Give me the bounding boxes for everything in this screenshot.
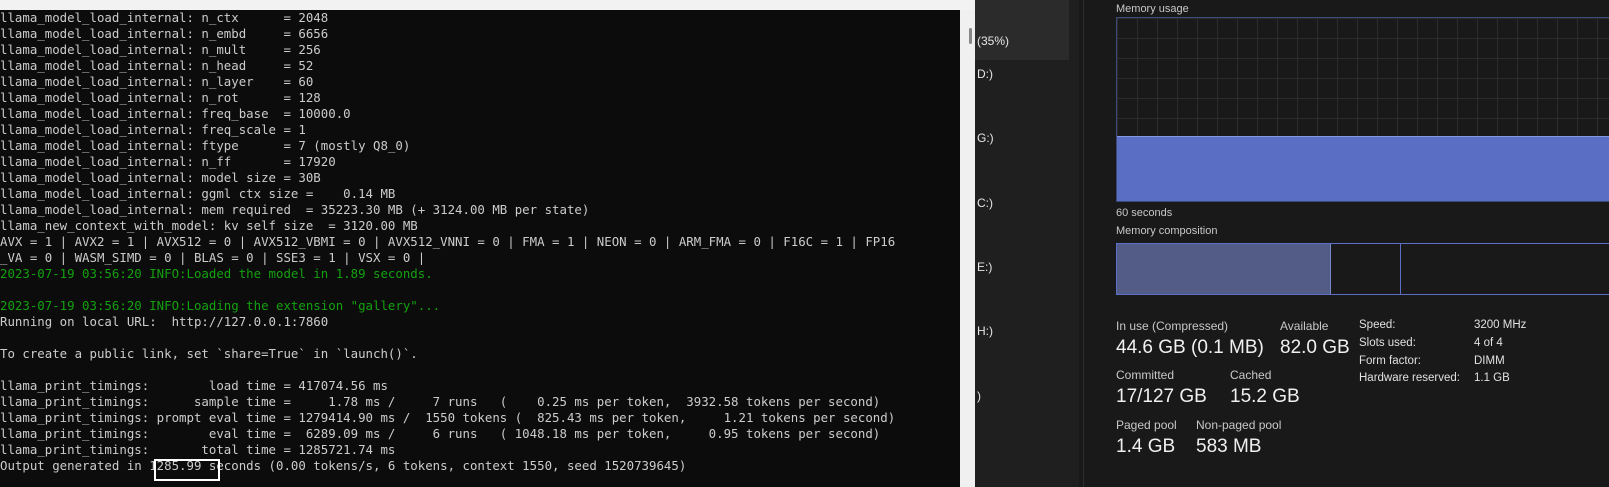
terminal-line: llama_model_load_internal: ggml ctx size… (0, 186, 396, 201)
terminal-line: llama_model_load_internal: n_layer = 60 (0, 74, 314, 89)
terminal-line: llama_model_load_internal: freq_scale = … (0, 122, 306, 137)
terminal-line-info: 2023-07-19 03:56:20 INFO:Loaded the mode… (0, 266, 433, 281)
pane-divider (1083, 0, 1084, 487)
terminal-window[interactable]: llama_model_load_internal: n_ctx = 2048 … (0, 10, 960, 487)
sidebar-item-memory-selected[interactable] (975, 0, 1069, 60)
in-use-value: 44.6 GB (0.1 MB) (1116, 337, 1264, 358)
memory-usage-label: Memory usage (1116, 3, 1189, 15)
hardware-reserved-label: Hardware reserved: (1359, 372, 1460, 384)
terminal-line: llama_model_load_internal: freq_base = 1… (0, 106, 351, 121)
time-axis-label: 60 seconds (1116, 207, 1173, 219)
sidebar-item-disk[interactable]: C:) (977, 196, 993, 210)
terminal-line: llama_print_timings: eval time = 6289.09… (0, 426, 881, 441)
available-label: Available (1280, 319, 1329, 333)
cached-label: Cached (1230, 368, 1272, 382)
sidebar-item-disk[interactable]: H:) (977, 324, 993, 338)
sidebar-item-disk[interactable]: E:) (977, 260, 992, 274)
terminal-line: _VA = 0 | WASM_SIMD = 0 | BLAS = 0 | SSE… (0, 250, 426, 265)
hardware-reserved-value: 1.1 GB (1474, 372, 1510, 384)
slots-used-label: Slots used: (1359, 337, 1416, 349)
speed-value: 3200 MHz (1474, 319, 1527, 331)
terminal-line: llama_model_load_internal: model size = … (0, 170, 321, 185)
terminal-line: llama_model_load_internal: n_rot = 128 (0, 90, 321, 105)
speed-label: Speed: (1359, 319, 1396, 331)
in-use-label: In use (Compressed) (1116, 319, 1229, 333)
slots-used-value: 4 of 4 (1474, 337, 1503, 349)
highlight-annotation-box (154, 459, 220, 481)
terminal-line: AVX = 1 | AVX2 = 1 | AVX512 = 0 | AVX512… (0, 234, 896, 249)
terminal-line: llama_model_load_internal: mem required … (0, 202, 590, 217)
committed-label: Committed (1116, 368, 1175, 382)
terminal-line: llama_model_load_internal: n_head = 52 (0, 58, 314, 73)
terminal-line: To create a public link, set `share=True… (0, 346, 418, 361)
memory-composition-label: Memory composition (1116, 225, 1218, 237)
terminal-line: llama_print_timings: prompt eval time = … (0, 410, 896, 425)
paged-pool-label: Paged pool (1116, 418, 1177, 432)
memory-usage-fill (1117, 135, 1609, 201)
sidebar-item-disk[interactable]: G:) (977, 131, 994, 145)
memory-composition-bar (1116, 243, 1609, 295)
terminal-line: Running on local URL: http://127.0.0.1:7… (0, 314, 329, 329)
sidebar-item-disk[interactable]: ) (977, 389, 981, 403)
sidebar-item-memory[interactable]: (35%) (977, 34, 1009, 48)
terminal-scroll-edge[interactable] (960, 10, 975, 487)
terminal-line: llama_model_load_internal: n_ctx = 2048 (0, 10, 329, 25)
cached-value: 15.2 GB (1230, 386, 1300, 407)
terminal-line: llama_new_context_with_model: kv self si… (0, 218, 418, 233)
terminal-line: llama_model_load_internal: ftype = 7 (mo… (0, 138, 411, 153)
memory-usage-graph (1116, 17, 1609, 202)
composition-modified-divider (1400, 244, 1401, 294)
terminal-line-output: Output generated in 1285.99 seconds (0.0… (0, 458, 687, 473)
sidebar-item-disk[interactable]: D:) (977, 67, 993, 81)
terminal-line: llama_model_load_internal: n_mult = 256 (0, 42, 321, 57)
selection-indicator (969, 28, 972, 44)
terminal-line-info: 2023-07-19 03:56:20 INFO:Loading the ext… (0, 298, 441, 313)
terminal-line: llama_print_timings: sample time = 1.78 … (0, 394, 881, 409)
form-factor-value: DIMM (1474, 355, 1505, 367)
non-paged-pool-value: 583 MB (1196, 436, 1262, 457)
form-factor-label: Form factor: (1359, 355, 1421, 367)
terminal-line: llama_print_timings: load time = 417074.… (0, 378, 388, 393)
terminal-line: llama_model_load_internal: n_ff = 17920 (0, 154, 336, 169)
paged-pool-value: 1.4 GB (1116, 436, 1176, 457)
committed-value: 17/127 GB (1116, 386, 1207, 407)
terminal-line: llama_print_timings: total time = 128572… (0, 442, 396, 457)
window-top-edge (0, 0, 975, 10)
terminal-line: llama_model_load_internal: n_embd = 6656 (0, 26, 329, 41)
non-paged-pool-label: Non-paged pool (1196, 418, 1282, 432)
composition-in-use (1117, 244, 1331, 294)
available-value: 82.0 GB (1280, 337, 1350, 358)
